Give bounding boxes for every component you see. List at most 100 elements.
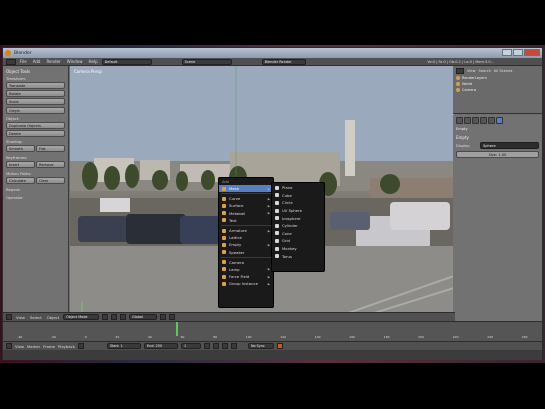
constraints-tab-icon[interactable]: [488, 117, 495, 124]
add-menu-item-speaker[interactable]: Speaker: [219, 249, 273, 256]
editor-type-icon[interactable]: [6, 58, 16, 65]
operator-panel-header[interactable]: Operator: [6, 195, 65, 200]
add-menu-item-curve[interactable]: Curve ▶: [219, 195, 273, 202]
layer-buttons-icon[interactable]: [160, 314, 167, 320]
jump-start-icon[interactable]: [203, 343, 210, 349]
properties-tabs: [456, 117, 539, 124]
auto-key-icon[interactable]: [276, 343, 283, 349]
jump-end-icon[interactable]: [230, 343, 237, 349]
maximize-button[interactable]: [513, 49, 523, 56]
menu-file[interactable]: File: [18, 59, 29, 64]
mesh-item-plane[interactable]: Plane: [272, 184, 324, 192]
close-button[interactable]: [524, 49, 540, 56]
empty-panel-header[interactable]: Empty: [456, 135, 539, 140]
add-menu-item-force-field[interactable]: Force Field ▶: [219, 273, 273, 280]
transform-orientation-selector[interactable]: Global: [129, 314, 158, 320]
outliner-item[interactable]: RenderLayers: [456, 76, 539, 80]
timeline-header: View Marker Frame Playback Start: 1 End:…: [3, 341, 542, 350]
flat-button[interactable]: Flat: [36, 145, 65, 152]
menu-render[interactable]: Render: [44, 59, 62, 64]
viewport-editor-type-icon[interactable]: [6, 314, 12, 320]
outliner-editor-type-icon[interactable]: [456, 68, 464, 74]
mesh-item-monkey[interactable]: Monkey: [272, 245, 324, 253]
select-menu[interactable]: Select: [29, 315, 43, 320]
add-menu-item-empty[interactable]: Empty ▶: [219, 241, 273, 248]
menu-add[interactable]: Add: [31, 59, 43, 64]
add-menu-item-group-instance[interactable]: Group Instance ▶: [219, 280, 273, 287]
data-tab-icon[interactable]: [496, 117, 503, 124]
layout-selector[interactable]: Default: [101, 58, 152, 65]
mesh-item-cylinder[interactable]: Cylinder: [272, 222, 324, 230]
insert-keyframe-button[interactable]: Insert: [6, 161, 35, 168]
tool-shelf-header[interactable]: Object Tools: [6, 69, 65, 74]
outliner-item[interactable]: World: [456, 82, 539, 86]
mesh-item-icosphere[interactable]: Icosphere: [272, 214, 324, 222]
menu-separator: [221, 256, 271, 258]
outliner-item[interactable]: Camera: [456, 88, 539, 92]
playback-menu[interactable]: Playback: [58, 344, 75, 349]
frame-menu[interactable]: Frame: [43, 344, 55, 349]
mesh-item-torus[interactable]: Torus: [272, 252, 324, 260]
text-icon: [222, 218, 226, 223]
timeline[interactable]: -40 -20 0 20 40 60 80 100 120 140 160 180 200 220 240 2…: [3, 321, 542, 341]
minimize-button[interactable]: [502, 49, 512, 56]
current-frame-field[interactable]: 1: [180, 343, 201, 349]
timeline-editor-type-icon[interactable]: [6, 343, 12, 349]
add-menu-item-lattice[interactable]: Lattice: [219, 234, 273, 241]
object-tab-icon[interactable]: [480, 117, 487, 124]
outliner-display-selector[interactable]: All Scenes: [494, 69, 512, 73]
add-menu-item-lamp[interactable]: Lamp ▶: [219, 266, 273, 273]
mesh-item-uv-sphere[interactable]: UV Sphere: [272, 207, 324, 215]
timeline-view-menu[interactable]: View: [15, 344, 24, 349]
rotate-button[interactable]: Rotate: [6, 90, 65, 97]
mode-selector[interactable]: Object Mode: [63, 314, 100, 320]
mesh-item-cube[interactable]: Cube: [272, 192, 324, 200]
calculate-button[interactable]: Calculate: [6, 177, 35, 184]
snap-icon[interactable]: [169, 314, 176, 320]
clear-button[interactable]: Clear: [36, 177, 65, 184]
scene-selector[interactable]: Scene: [181, 58, 232, 65]
delete-button[interactable]: Delete: [6, 130, 65, 137]
record-icon[interactable]: [77, 343, 84, 349]
current-frame-cursor[interactable]: [176, 322, 178, 336]
duplicate-objects-button[interactable]: Duplicate Objects: [6, 122, 65, 129]
pivot-point-icon[interactable]: [111, 314, 118, 320]
translate-button[interactable]: Translate: [6, 82, 65, 89]
play-icon[interactable]: [221, 343, 228, 349]
display-dropdown[interactable]: Sphere: [480, 142, 539, 149]
smooth-button[interactable]: Smooth: [6, 145, 35, 152]
submenu-arrow-icon: ▶: [267, 242, 270, 247]
add-menu-item-metaball[interactable]: Metaball ▶: [219, 210, 273, 217]
add-menu-item-camera[interactable]: Camera: [219, 259, 273, 266]
outliner-search-menu[interactable]: Search: [479, 69, 491, 73]
add-menu-item-armature[interactable]: Armature ▶: [219, 227, 273, 234]
world-tab-icon[interactable]: [472, 117, 479, 124]
remove-keyframe-button[interactable]: Remove: [36, 161, 65, 168]
add-menu-item-surface[interactable]: Surface ▶: [219, 202, 273, 209]
mesh-item-circle[interactable]: Circle: [272, 199, 324, 207]
render-tab-icon[interactable]: [456, 117, 463, 124]
size-field[interactable]: Size: 1.00: [456, 151, 539, 158]
marker-menu[interactable]: Marker: [27, 344, 40, 349]
menu-window[interactable]: Window: [65, 59, 85, 64]
play-reverse-icon[interactable]: [212, 343, 219, 349]
menu-help[interactable]: Help: [86, 59, 99, 64]
end-frame-field[interactable]: End: 250: [143, 343, 178, 349]
render-engine-selector[interactable]: Blender Render: [261, 58, 306, 65]
view-menu[interactable]: View: [15, 315, 26, 320]
mesh-item-cone[interactable]: Cone: [272, 230, 324, 238]
origin-button[interactable]: Origin: [6, 107, 65, 114]
cone-icon: [275, 231, 279, 236]
group-instance-icon: [222, 281, 226, 286]
shading-mode-icon[interactable]: [102, 314, 109, 320]
object-menu[interactable]: Object: [46, 315, 60, 320]
add-menu-item-text[interactable]: Text: [219, 217, 273, 224]
scene-tab-icon[interactable]: [464, 117, 471, 124]
mesh-item-grid[interactable]: Grid: [272, 237, 324, 245]
outliner-view-menu[interactable]: View: [467, 69, 476, 73]
scale-button[interactable]: Scale: [6, 98, 65, 105]
sync-mode-selector[interactable]: No Sync: [247, 343, 274, 349]
add-menu-item-mesh[interactable]: Mesh ▶: [219, 185, 273, 193]
manipulator-icon[interactable]: [120, 314, 127, 320]
start-frame-field[interactable]: Start: 1: [106, 343, 141, 349]
